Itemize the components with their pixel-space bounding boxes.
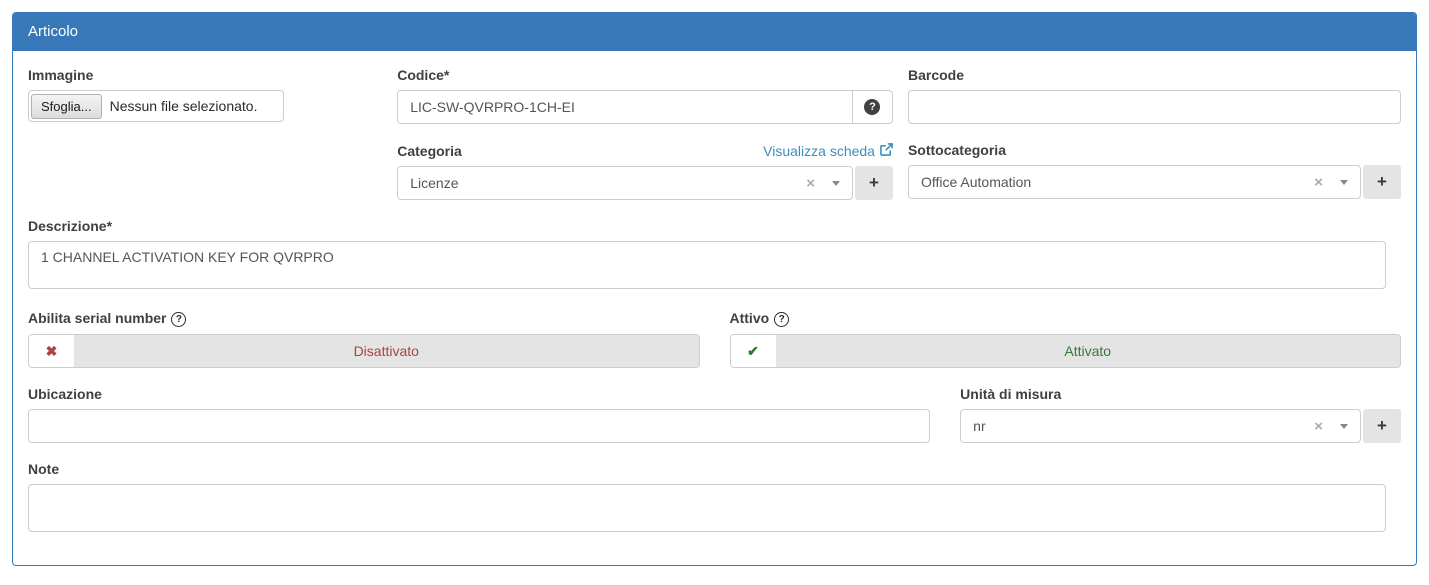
- ubicazione-input[interactable]: [28, 409, 930, 443]
- clear-selection-icon[interactable]: ×: [1314, 419, 1323, 434]
- immagine-file-input[interactable]: Sfoglia... Nessun file selezionato.: [28, 90, 284, 122]
- codice-input[interactable]: [397, 90, 853, 124]
- question-circle-icon: ?: [864, 99, 880, 115]
- abilita-serial-number-toggle[interactable]: ✖ Disattivato: [28, 334, 700, 368]
- caret-down-icon: [1340, 424, 1348, 429]
- external-link-icon: [880, 143, 893, 159]
- unita-di-misura-select[interactable]: nr ×: [960, 409, 1361, 443]
- help-circle-icon: ?: [171, 312, 186, 327]
- unita-di-misura-label: Unità di misura: [960, 386, 1401, 402]
- row-descrizione: Descrizione* 1 CHANNEL ACTIVATION KEY FO…: [28, 218, 1401, 292]
- help-circle-icon: ?: [774, 312, 789, 327]
- attivo-state: Attivato: [776, 335, 1401, 367]
- codice-input-group: ?: [397, 90, 893, 124]
- add-sottocategoria-button[interactable]: +: [1363, 165, 1401, 199]
- panel-title: Articolo: [13, 13, 1416, 51]
- check-icon: ✔: [731, 335, 776, 367]
- unita-di-misura-select-group: nr × +: [960, 409, 1401, 443]
- note-textarea[interactable]: [28, 484, 1386, 532]
- note-label: Note: [28, 461, 1386, 477]
- row-note: Note: [28, 461, 1401, 535]
- attivo-label: Attivo?: [730, 310, 1402, 327]
- row-immagine-codice-barcode: Immagine Sfoglia... Nessun file selezion…: [28, 67, 1401, 124]
- ubicazione-label: Ubicazione: [28, 386, 930, 402]
- barcode-input[interactable]: [908, 90, 1401, 124]
- attivo-toggle[interactable]: ✔ Attivato: [730, 334, 1402, 368]
- sottocategoria-selected-value: Office Automation: [921, 174, 1314, 190]
- codice-label: Codice*: [397, 67, 893, 83]
- cross-icon: ✖: [29, 335, 74, 367]
- categoria-label: Categoria: [397, 143, 462, 159]
- clear-selection-icon[interactable]: ×: [806, 176, 815, 191]
- spacer-col: [28, 142, 382, 200]
- codice-help-addon[interactable]: ?: [853, 90, 893, 124]
- row-toggles: Abilita serial number? ✖ Disattivato Att…: [28, 310, 1401, 368]
- sottocategoria-label: Sottocategoria: [908, 142, 1401, 158]
- barcode-label: Barcode: [908, 67, 1401, 83]
- categoria-selected-value: Licenze: [410, 175, 806, 191]
- sottocategoria-select-group: Office Automation × +: [908, 165, 1401, 199]
- immagine-label: Immagine: [28, 67, 367, 83]
- categoria-select[interactable]: Licenze ×: [397, 166, 853, 200]
- abilita-serial-number-label: Abilita serial number?: [28, 310, 700, 327]
- visualizza-scheda-label: Visualizza scheda: [763, 143, 875, 159]
- sfoglia-button[interactable]: Sfoglia...: [31, 94, 102, 119]
- unita-di-misura-selected-value: nr: [973, 418, 1314, 434]
- descrizione-textarea[interactable]: 1 CHANNEL ACTIVATION KEY FOR QVRPRO: [28, 241, 1386, 289]
- add-unita-di-misura-button[interactable]: +: [1363, 409, 1401, 443]
- caret-down-icon: [832, 181, 840, 186]
- add-categoria-button[interactable]: +: [855, 166, 893, 200]
- visualizza-scheda-link[interactable]: Visualizza scheda: [763, 142, 893, 159]
- caret-down-icon: [1340, 180, 1348, 185]
- abilita-serial-number-state: Disattivato: [74, 335, 699, 367]
- categoria-select-group: Licenze × +: [397, 166, 893, 200]
- clear-selection-icon[interactable]: ×: [1314, 175, 1323, 190]
- file-status-text: Nessun file selezionato.: [110, 98, 258, 114]
- row-ubicazione-unita: Ubicazione Unità di misura nr × +: [28, 386, 1401, 443]
- row-categoria-sottocategoria: Categoria Visualizza scheda: [28, 142, 1401, 200]
- sottocategoria-select[interactable]: Office Automation ×: [908, 165, 1361, 199]
- descrizione-label: Descrizione*: [28, 218, 1386, 234]
- articolo-panel: Articolo Immagine Sfoglia... Nessun file…: [12, 12, 1417, 566]
- panel-body: Immagine Sfoglia... Nessun file selezion…: [13, 51, 1416, 555]
